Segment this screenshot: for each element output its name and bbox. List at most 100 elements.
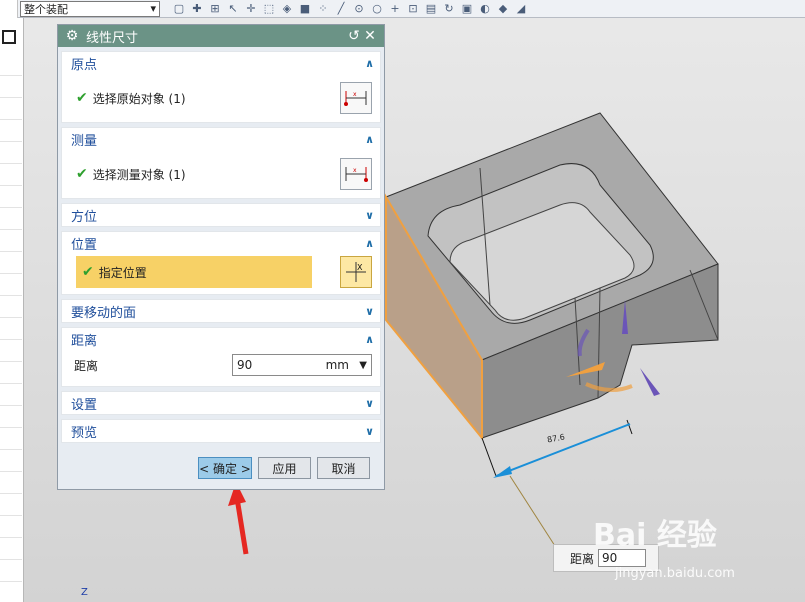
section-title: 测量 [71, 133, 98, 149]
distance-unit: mm [325, 358, 349, 372]
drag-handle-orange [566, 362, 605, 377]
section-settings-header[interactable]: 设置 ∨ [62, 392, 380, 414]
dialog-buttons: < 确定 > 应用 取消 [198, 457, 370, 479]
leader-line [509, 475, 556, 547]
snap-icon[interactable]: ✚ [190, 2, 204, 16]
view-cube-icon[interactable]: ◆ [496, 2, 510, 16]
move-icon[interactable]: ✛ [244, 2, 258, 16]
crosshair-icon: X [346, 262, 366, 282]
chevron-down-icon: ∨ [365, 304, 374, 318]
pocket-outer [427, 163, 654, 324]
cube-icon[interactable]: ■ [298, 2, 312, 16]
section-title: 要移动的面 [71, 305, 137, 321]
maximize-icon[interactable] [2, 30, 16, 44]
solid-icon[interactable]: ◈ [280, 2, 294, 16]
dialog-titlebar: ⚙ 线性尺寸 ↺ ✕ [58, 25, 384, 47]
line-icon[interactable]: ╱ [334, 2, 348, 16]
section-location-header[interactable]: 位置 ∧ [62, 232, 380, 254]
popup-label: 距离 [570, 551, 595, 566]
pocket-floor [449, 202, 635, 321]
dimension-arrow [493, 466, 512, 478]
cancel-button[interactable]: 取消 [317, 457, 370, 479]
top-toolbar: 整个装配 ▾ ▢ ✚ ⊞ ↖ ✛ ⬚ ◈ ■ ⁘ ╱ ⊙ ○ + ⊡ ▤ ↻ ▣… [0, 0, 805, 18]
section-preview-header[interactable]: 预览 ∨ [62, 420, 380, 442]
section-title: 距离 [71, 333, 98, 349]
box-selected-face [385, 193, 483, 441]
circle-icon[interactable]: ○ [370, 2, 384, 16]
section-title: 方位 [71, 209, 98, 225]
select-box-icon[interactable]: ⬚ [262, 2, 276, 16]
assembly-scope-value: 整个装配 [24, 2, 68, 16]
distance-input[interactable]: 90 mm ▼ [232, 354, 372, 376]
chevron-down-icon: ▾ [150, 2, 156, 15]
color-icon[interactable]: ◢ [514, 2, 528, 16]
chevron-up-icon: ∧ [365, 132, 374, 146]
check-icon: ✔ [76, 166, 88, 182]
toolbar-icon-group: ▢ ✚ ⊞ ↖ ✛ ⬚ ◈ ■ ⁘ ╱ ⊙ ○ + ⊡ ▤ ↻ ▣ ◐ ◆ ◢ [172, 2, 528, 16]
section-faces-header[interactable]: 要移动的面 ∨ [62, 300, 380, 322]
plus-icon[interactable]: + [388, 2, 402, 16]
add-point-icon[interactable]: ⊞ [208, 2, 222, 16]
distance-row: 距离 90 mm ▼ [62, 350, 380, 386]
toolbar-left-cell [0, 0, 18, 18]
network-icon[interactable]: ⁘ [316, 2, 330, 16]
rotate-icon[interactable]: ↻ [442, 2, 456, 16]
chevron-up-icon: ∧ [365, 332, 374, 346]
left-resource-strip [0, 18, 24, 602]
watermark-logo: Bai 经验 [593, 518, 717, 553]
svg-text:X: X [357, 263, 363, 272]
section-orientation-header[interactable]: 方位 ∨ [62, 204, 380, 226]
check-icon: ✔ [82, 264, 94, 280]
distance-value: 90 [237, 358, 253, 372]
drag-handle-right [640, 368, 660, 396]
gear-icon[interactable]: ⚙ [64, 28, 80, 44]
ok-button[interactable]: < 确定 > [198, 457, 252, 479]
section-measure: 测量 ∧ ✔ 选择测量对象 (1) x [61, 127, 381, 199]
dimension-value-label: 87.6 [546, 432, 566, 445]
measure-select-row: ✔ 选择测量对象 (1) x [62, 150, 380, 198]
pocket-edge [479, 167, 491, 306]
apply-button[interactable]: 应用 [258, 457, 311, 479]
filter-icon[interactable]: ▢ [172, 2, 186, 16]
shade-icon[interactable]: ◐ [478, 2, 492, 16]
z-axis-label: Z [81, 587, 88, 598]
rotate-handle [585, 382, 633, 392]
select-origin-button[interactable]: x [340, 82, 372, 114]
pocket-edge [597, 287, 601, 399]
circle-point-icon[interactable]: ⊙ [352, 2, 366, 16]
chevron-up-icon: ∧ [365, 236, 374, 250]
dimension-extension [626, 419, 633, 435]
specify-location-button[interactable]: X [340, 256, 372, 288]
pointer-icon[interactable]: ↖ [226, 2, 240, 16]
pocket-edge [689, 269, 719, 341]
section-title: 原点 [71, 57, 98, 73]
dimension-extension [481, 437, 497, 477]
dimension-measure-icon: x [345, 167, 368, 182]
measure-status: 选择测量对象 (1) [92, 167, 186, 182]
location-status: 指定位置 [98, 265, 147, 280]
section-origin-header[interactable]: 原点 ∧ [62, 52, 380, 74]
pocket-edge [574, 297, 581, 386]
section-origin: 原点 ∧ ✔ 选择原始对象 (1) x [61, 51, 381, 123]
assembly-scope-select[interactable]: 整个装配 ▾ [20, 0, 160, 17]
chevron-down-icon: ∨ [365, 424, 374, 438]
specify-location-row[interactable]: ✔ 指定位置 [76, 256, 312, 288]
doc-icon[interactable]: ▤ [424, 2, 438, 16]
chevron-down-icon: ∨ [365, 396, 374, 410]
chevron-down-icon[interactable]: ▼ [359, 360, 367, 371]
section-measure-header[interactable]: 测量 ∧ [62, 128, 380, 150]
select-measure-button[interactable]: x [340, 158, 372, 190]
zoom-fit-icon[interactable]: ⊡ [406, 2, 420, 16]
section-preview: 预览 ∨ [61, 419, 381, 443]
rotate-handle [577, 328, 590, 357]
render-icon[interactable]: ▣ [460, 2, 474, 16]
watermark-url: jingyan.baidu.com [615, 566, 735, 581]
section-faces-to-move: 要移动的面 ∨ [61, 299, 381, 323]
section-distance-header[interactable]: 距离 ∧ [62, 328, 380, 350]
section-title: 设置 [71, 397, 98, 413]
location-row: ✔ 指定位置 X [62, 254, 380, 294]
dimension-origin-icon: x [344, 91, 367, 106]
reset-icon[interactable]: ↺ [346, 28, 362, 44]
close-icon[interactable]: ✕ [362, 28, 378, 44]
section-title: 位置 [71, 237, 98, 253]
